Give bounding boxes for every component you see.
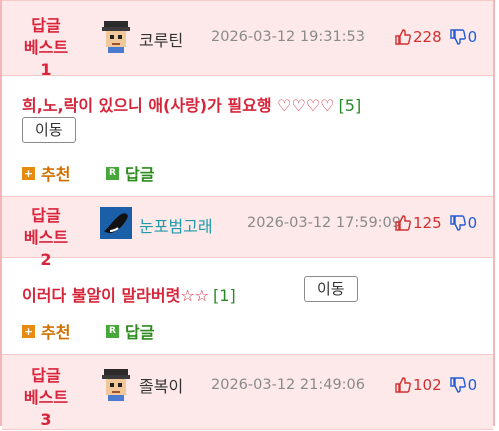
- thumbs-down-icon[interactable]: [449, 377, 466, 393]
- recommend-button[interactable]: + 추천: [22, 161, 70, 185]
- best-badge: 답글 베스트1: [20, 15, 72, 81]
- comment-text: 이러다 불알이 말라버렷☆☆ [1]: [22, 282, 236, 306]
- upvote-count: 228: [413, 28, 442, 46]
- reply-label: 답글: [125, 165, 155, 184]
- best-badge-line2: 베스트2: [23, 228, 69, 269]
- move-button[interactable]: 이동: [22, 117, 76, 143]
- best-badge-line1: 답글: [31, 366, 61, 385]
- best-badge-line2: 베스트1: [23, 38, 69, 79]
- plus-icon: +: [22, 166, 35, 180]
- downvote-count: 0: [467, 214, 478, 232]
- best-badge-line1: 답글: [31, 16, 61, 35]
- orca-avatar-icon[interactable]: [100, 207, 132, 239]
- thumbs-up-icon[interactable]: [395, 377, 411, 393]
- plus-icon: +: [22, 324, 35, 338]
- comment-header: 답글 베스트3 졸복이 2026-03-12 21:49:06 102 0: [2, 354, 493, 430]
- comment-text: 희,노,락이 있으니 애(사랑)가 필요행 ♡♡♡♡ [5]: [22, 92, 361, 116]
- reply-r-icon: R: [106, 166, 119, 180]
- upvote-count: 125: [413, 214, 442, 232]
- thumbs-up-icon[interactable]: [395, 215, 411, 231]
- pixel-face-avatar-icon[interactable]: [100, 369, 132, 401]
- reply-button[interactable]: R 답글: [106, 161, 154, 185]
- comment-body: 희,노,락이 있으니 애(사랑)가 필요행 ♡♡♡♡: [22, 96, 335, 115]
- reply-r-icon: R: [106, 324, 119, 338]
- comment-header: 답글 베스트2 눈포범고래 2026-03-12 17:59:09 125 0: [2, 196, 493, 269]
- author-nickname[interactable]: 졸복이: [139, 373, 183, 397]
- comment-timestamp: 2026-03-12 21:49:06: [211, 377, 365, 393]
- thumbs-down-icon[interactable]: [449, 29, 466, 45]
- pixel-face-avatar-icon[interactable]: [100, 21, 132, 53]
- reply-button[interactable]: R 답글: [106, 319, 154, 343]
- author-nickname[interactable]: 코루틴: [139, 27, 183, 51]
- thumbs-down-icon[interactable]: [449, 215, 466, 231]
- comment-timestamp: 2026-03-12 17:59:09: [247, 215, 401, 231]
- best-replies-list: 답글 베스트1 코루틴 2026-03-12 19:31:53 228 0 희,…: [0, 0, 495, 430]
- thumbs-up-icon[interactable]: [395, 29, 411, 45]
- recommend-button[interactable]: + 추천: [22, 319, 70, 343]
- vote-counts: 125 0: [395, 214, 477, 232]
- recommend-label: 추천: [41, 323, 71, 342]
- upvote-count: 102: [413, 376, 442, 394]
- vote-counts: 102 0: [395, 376, 477, 394]
- best-badge: 답글 베스트3: [20, 365, 72, 431]
- downvote-count: 0: [467, 376, 478, 394]
- recommend-label: 추천: [41, 165, 71, 184]
- best-badge-line2: 베스트3: [23, 388, 69, 429]
- reply-label: 답글: [125, 323, 155, 342]
- comment-timestamp: 2026-03-12 19:31:53: [211, 29, 365, 45]
- comment-header: 답글 베스트1 코루틴 2026-03-12 19:31:53 228 0: [2, 0, 493, 79]
- downvote-count: 0: [467, 28, 478, 46]
- reply-count[interactable]: [5]: [339, 96, 362, 115]
- author-nickname[interactable]: 눈포범고래: [139, 213, 213, 237]
- move-button[interactable]: 이동: [304, 276, 358, 302]
- reply-count[interactable]: [1]: [213, 286, 236, 305]
- best-badge-line1: 답글: [31, 206, 61, 225]
- comment-body: 이러다 불알이 말라버렷☆☆: [22, 286, 210, 305]
- vote-counts: 228 0: [395, 28, 477, 46]
- best-badge: 답글 베스트2: [20, 205, 72, 271]
